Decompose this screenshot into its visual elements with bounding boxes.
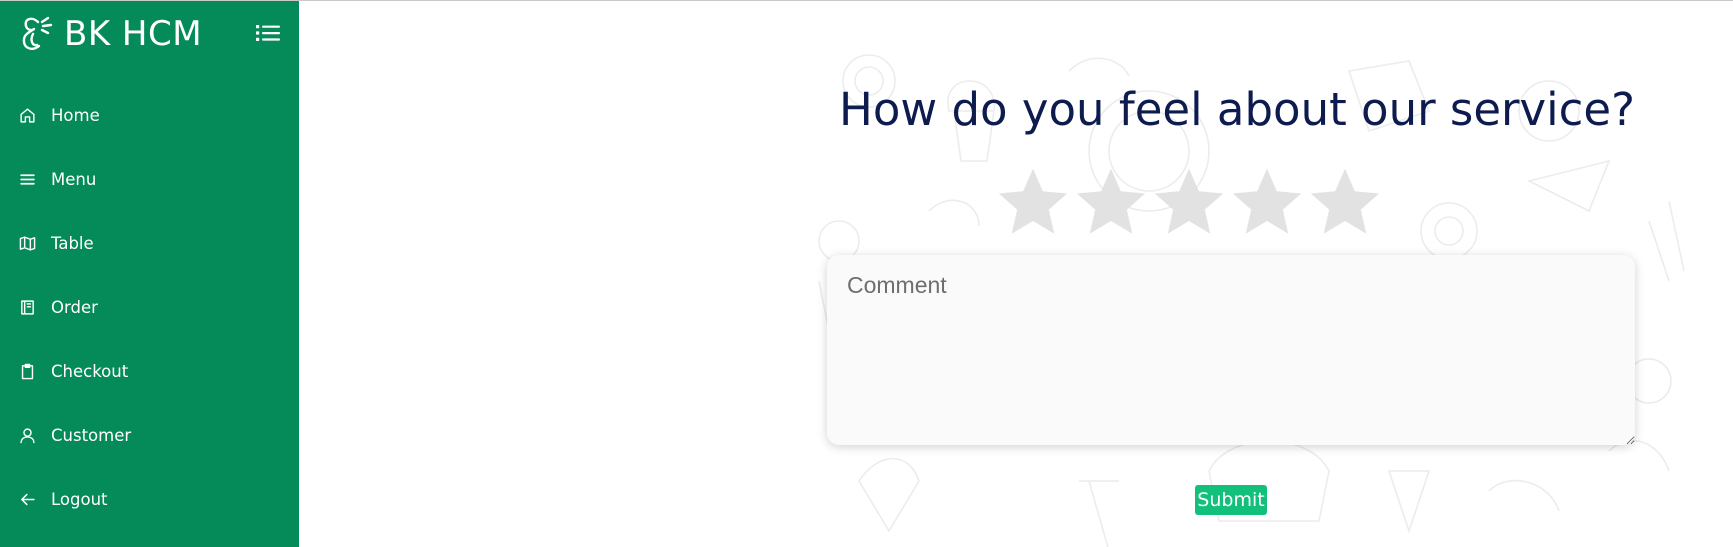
book-icon [18, 298, 36, 316]
sidebar-item-label: Table [51, 233, 94, 253]
page-title: How do you feel about our service? [839, 83, 1635, 136]
sidebar-item-home[interactable]: Home [0, 83, 299, 147]
sidebar: BK HCM Home Menu Table Order Checkout Cu… [0, 1, 299, 547]
sidebar-nav: Home Menu Table Order Checkout Customer … [0, 83, 299, 531]
star-rating[interactable] [994, 164, 1384, 240]
submit-button[interactable]: Submit [1195, 485, 1267, 515]
sidebar-item-label: Checkout [51, 361, 129, 381]
map-icon [18, 234, 36, 252]
sidebar-item-logout[interactable]: Logout [0, 467, 299, 531]
sidebar-item-customer[interactable]: Customer [0, 403, 299, 467]
sidebar-toggle-button[interactable] [256, 23, 280, 43]
sidebar-item-label: Order [51, 297, 98, 317]
sidebar-item-checkout[interactable]: Checkout [0, 339, 299, 403]
star-icon-2[interactable] [1072, 164, 1150, 240]
clipboard-icon [18, 362, 36, 380]
star-icon-1[interactable] [994, 164, 1072, 240]
sidebar-item-order[interactable]: Order [0, 275, 299, 339]
sidebar-item-label: Home [51, 105, 100, 125]
star-icon-4[interactable] [1228, 164, 1306, 240]
chef-hat-logo-icon [18, 14, 54, 54]
feedback-page: How do you feel about our service? Submi… [299, 1, 1733, 547]
home-icon [18, 106, 36, 124]
user-icon [18, 426, 36, 444]
sidebar-item-label: Logout [51, 489, 108, 509]
list-icon [256, 23, 280, 43]
top-border [0, 0, 1733, 1]
sidebar-item-label: Menu [51, 169, 97, 189]
star-icon-5[interactable] [1306, 164, 1384, 240]
menu-lines-icon [18, 170, 36, 188]
sidebar-item-menu[interactable]: Menu [0, 147, 299, 211]
brand-name: BK HCM [64, 14, 203, 54]
sidebar-item-label: Customer [51, 425, 132, 445]
arrow-left-icon [18, 490, 36, 508]
comment-input[interactable] [827, 255, 1635, 445]
brand[interactable]: BK HCM [18, 13, 202, 55]
star-icon-3[interactable] [1150, 164, 1228, 240]
sidebar-item-table[interactable]: Table [0, 211, 299, 275]
